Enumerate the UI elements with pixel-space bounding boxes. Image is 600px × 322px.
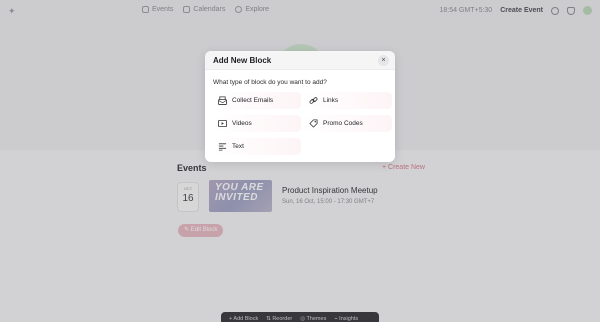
text-icon [217,142,227,152]
option-label: Text [232,143,244,150]
dialog-header: Add New Block × [205,51,395,70]
link-icon [308,96,318,106]
option-label: Videos [232,120,252,127]
option-label: Links [323,97,339,104]
option-collect-emails[interactable]: Collect Emails [213,92,301,109]
collect-emails-icon [217,96,227,106]
dialog-title: Add New Block [213,56,272,65]
close-button[interactable]: × [378,55,389,66]
tag-icon [308,119,318,129]
option-links[interactable]: Links [304,92,392,109]
add-block-dialog: Add New Block × What type of block do yo… [205,51,395,162]
option-promo-codes[interactable]: Promo Codes [304,115,392,132]
option-label: Collect Emails [232,97,274,104]
dialog-question: What type of block do you want to add? [213,79,327,86]
video-icon [217,119,227,129]
option-videos[interactable]: Videos [213,115,301,132]
option-text[interactable]: Text [213,138,301,155]
option-label: Promo Codes [323,120,363,127]
